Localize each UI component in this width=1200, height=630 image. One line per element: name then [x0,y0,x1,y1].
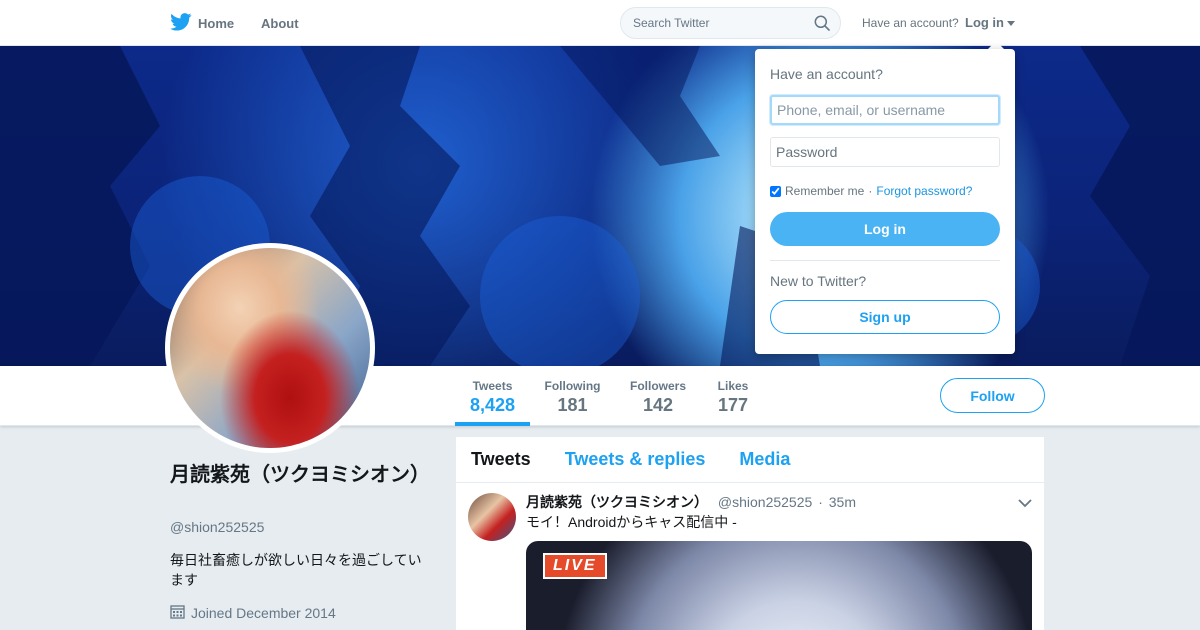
stat-following-value: 181 [557,395,588,415]
active-stat-indicator [455,422,530,426]
stat-followers[interactable]: Followers 142 [625,379,691,416]
tweet-header: 月読紫苑（ツクヨミシオン） @shion252525 · 35m [526,492,856,512]
tweet-media[interactable]: LIVE [526,541,1032,630]
stat-likes[interactable]: Likes 177 [710,379,756,416]
stat-tweets-value: 8,428 [469,395,516,415]
profile-handle[interactable]: @shion252525 [170,519,264,535]
tweet-avatar[interactable] [468,493,516,541]
login-link-label: Log in [965,15,1004,30]
tweet-item[interactable]: 月読紫苑（ツクヨミシオン） @shion252525 · 35m モイ！Andr… [456,483,1044,630]
profile-avatar-image [170,248,370,448]
timeline-tabs: Tweets Tweets & replies Media [456,437,1044,483]
tab-tweets-replies[interactable]: Tweets & replies [565,449,706,470]
forgot-password-link[interactable]: Forgot password? [876,184,972,198]
twitter-bird-icon [170,13,192,34]
stat-followers-label: Followers [629,379,686,393]
nav-about-link[interactable]: About [261,16,299,31]
search-input[interactable] [621,8,801,38]
search-icon[interactable] [814,15,830,36]
signup-button[interactable]: Sign up [770,300,1000,334]
login-dropdown: Have an account? Remember me · Forgot pa… [755,49,1015,354]
follow-button[interactable]: Follow [940,378,1045,413]
timeline: Tweets Tweets & replies Media 月読紫苑（ツクヨミシ… [456,437,1044,630]
profile-bio: 毎日社畜癒しが欲しい日々を過ごしています [170,552,422,588]
tab-tweets[interactable]: Tweets [471,449,531,470]
login-button[interactable]: Log in [770,212,1000,246]
dropdown-divider [770,260,1000,261]
nav-home-link[interactable]: Home [170,13,234,34]
stat-likes-value: 177 [717,395,749,415]
stat-following[interactable]: Following 181 [540,379,605,416]
profile-name: 月読紫苑（ツクヨミシオン） [170,464,430,486]
stat-following-label: Following [544,379,601,393]
nav-home-label: Home [198,16,235,31]
remember-me-checkbox[interactable] [770,185,781,197]
tweet-timestamp[interactable]: 35m [829,494,856,510]
stat-likes-label: Likes [717,379,749,393]
username-field[interactable] [770,95,1000,125]
search-box [620,7,841,39]
tweet-author-handle[interactable]: @shion252525 [718,494,812,510]
login-dropdown-toggle[interactable]: Log in [965,15,1015,30]
password-field[interactable] [770,137,1000,167]
chevron-down-icon[interactable] [1018,495,1032,513]
profile-avatar[interactable] [165,243,375,453]
remember-me-row: Remember me · Forgot password? [770,184,972,198]
tweet-separator: · [818,494,823,510]
have-account-text: Have an account? [862,16,959,30]
tab-media[interactable]: Media [739,449,790,470]
live-badge: LIVE [543,553,607,579]
tweet-author-name[interactable]: 月読紫苑（ツクヨミシオン） [526,494,708,510]
dropdown-caret [988,41,1004,49]
calendar-icon [170,604,185,622]
tweet-text: モイ！Androidからキャス配信中 - [526,514,737,530]
new-to-twitter-text: New to Twitter? [770,273,867,289]
stat-followers-value: 142 [642,395,674,415]
caret-down-icon [1007,15,1015,30]
profile-joined-text: Joined December 2014 [191,605,336,621]
profile-joined: Joined December 2014 [170,604,336,622]
top-navigation: Home About Have an account? Log in [0,0,1200,46]
login-dropdown-title: Have an account? [770,66,883,82]
remember-separator: · [868,184,873,198]
stat-tweets[interactable]: Tweets 8,428 [455,379,530,416]
remember-me-label[interactable]: Remember me [785,184,864,198]
stat-tweets-label: Tweets [472,379,513,393]
